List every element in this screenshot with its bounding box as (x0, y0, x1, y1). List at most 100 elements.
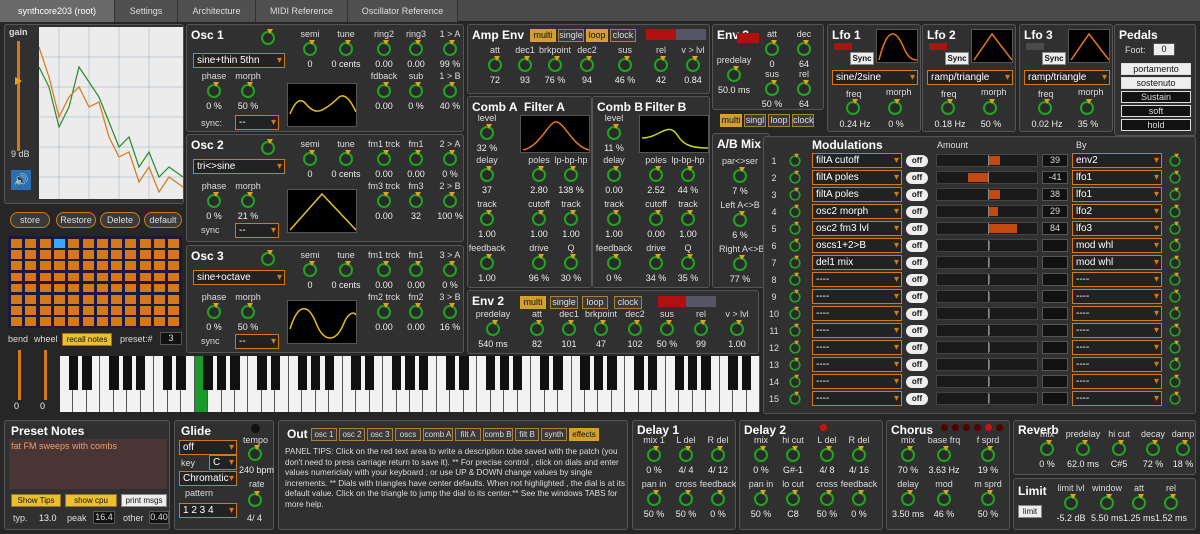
delay2-k5-knob[interactable] (786, 490, 800, 506)
osc1-r2-5-knob[interactable] (443, 82, 457, 98)
mod-amount-value[interactable]: 29 (1042, 205, 1068, 218)
mod-row-source-knob[interactable] (1169, 187, 1181, 201)
black-key[interactable] (122, 356, 133, 390)
mod-amount-value[interactable] (1042, 290, 1068, 303)
limit-button[interactable]: limit (1018, 505, 1042, 518)
env2-mode-clock[interactable]: clock (614, 296, 642, 309)
mod-off-button[interactable]: off (906, 308, 928, 320)
osc2-r2-5-knob[interactable] (443, 192, 457, 208)
preset-cell[interactable] (111, 272, 123, 282)
mod-amount-bar[interactable] (936, 358, 1038, 371)
glide-mode-dropdown[interactable]: off (179, 440, 237, 455)
preset-cell[interactable] (53, 272, 65, 282)
mod-row-source-knob[interactable] (1169, 204, 1181, 218)
black-key[interactable] (539, 356, 550, 390)
restore-button[interactable]: Restore (56, 212, 96, 228)
preset-cell[interactable] (25, 317, 37, 326)
mod-amount-value[interactable] (1042, 392, 1068, 405)
env2-mode-loop[interactable]: loop (582, 296, 608, 309)
osc3-r2-3-knob[interactable] (377, 303, 391, 319)
tab-oscillator-reference[interactable]: Oscillator Reference (348, 0, 458, 22)
delay2-k4-knob[interactable] (754, 490, 768, 506)
mod-off-button[interactable]: off (906, 325, 928, 337)
preset-cell[interactable] (39, 317, 51, 326)
mod-off-button[interactable]: off (906, 291, 928, 303)
piano-keyboard[interactable] (60, 356, 760, 412)
filter-b-k2-knob[interactable] (649, 210, 663, 226)
env2-k3-knob[interactable] (594, 320, 608, 336)
lfo1-wave-dropdown[interactable]: sine/2sine (832, 70, 918, 85)
preset-cell[interactable] (154, 272, 165, 282)
preset-cell[interactable] (25, 306, 37, 315)
comb-a-k2-knob[interactable] (480, 210, 494, 226)
comb-b-k1-knob[interactable] (607, 166, 621, 182)
mod-amount-value[interactable]: -41 (1042, 171, 1068, 184)
mod-row-source-knob[interactable] (1169, 391, 1181, 405)
mod-off-button[interactable]: off (906, 155, 928, 167)
rate-knob[interactable] (248, 491, 262, 507)
filter-b-k5-knob[interactable] (681, 254, 695, 270)
store-button[interactable]: store (10, 212, 50, 228)
preset-cell[interactable] (154, 239, 165, 248)
filter-a-k3-knob[interactable] (564, 210, 578, 226)
out-tab-osc-2[interactable]: osc 2 (339, 428, 365, 441)
lfo3-wave-dropdown[interactable]: ramp/triangle (1024, 70, 1110, 85)
preset-cell[interactable] (68, 306, 80, 315)
out-tab-filt-B[interactable]: filt B (515, 428, 539, 441)
osc1-r2-0-knob[interactable] (207, 82, 221, 98)
preset-cell[interactable] (168, 317, 180, 326)
preset-cell[interactable] (25, 283, 37, 293)
preset-cell[interactable] (125, 239, 137, 248)
mod-off-button[interactable]: off (906, 223, 928, 235)
foot-value[interactable]: 0 (1153, 43, 1175, 56)
comb-b-k3-knob[interactable] (607, 254, 621, 270)
preset-cell[interactable] (11, 295, 22, 304)
preset-cell[interactable] (53, 295, 65, 304)
preset-cell[interactable] (96, 283, 108, 293)
mod-amount-bar[interactable] (936, 290, 1038, 303)
limit-k2-knob[interactable] (1132, 494, 1146, 510)
preset-cell[interactable] (96, 250, 108, 259)
delay1-k3-knob[interactable] (647, 490, 661, 506)
ab-mix-k0-knob[interactable] (733, 167, 747, 183)
preset-cell[interactable] (111, 250, 123, 259)
preset-cell[interactable] (139, 261, 151, 270)
preset-cell[interactable] (96, 272, 108, 282)
preset-cell[interactable] (154, 295, 165, 304)
env3-mode-btn-2[interactable]: loop (768, 114, 790, 127)
env2-k6-knob[interactable] (694, 320, 708, 336)
preset-cell[interactable] (111, 239, 123, 248)
preset-cell[interactable] (168, 239, 180, 248)
mod-dest-dropdown[interactable]: ---- (812, 272, 902, 287)
black-key[interactable] (580, 356, 590, 390)
preset-cell[interactable] (53, 239, 65, 248)
reverb-k3-knob[interactable] (1146, 440, 1160, 456)
out-tab-synth[interactable]: synth (541, 428, 567, 441)
preset-cell[interactable] (11, 261, 22, 270)
preset-cell[interactable] (82, 283, 94, 293)
osc2-fm1-knob[interactable] (409, 150, 423, 166)
amp-env-mode-single[interactable]: single (558, 29, 584, 42)
delay2-k1-knob[interactable] (786, 446, 800, 462)
preset-cell[interactable] (82, 306, 94, 315)
osc3-r2-5-knob[interactable] (443, 303, 457, 319)
osc2-tune-knob[interactable] (339, 150, 353, 166)
mod-amount-value[interactable]: 39 (1042, 154, 1068, 167)
mod-dest-dropdown[interactable]: ---- (812, 374, 902, 389)
mod-source-dropdown[interactable]: ---- (1072, 323, 1162, 338)
show-tips-button[interactable]: Show Tips (11, 494, 61, 507)
preset-cell[interactable] (68, 250, 80, 259)
filter-a-k5-knob[interactable] (564, 254, 578, 270)
lfo2-sync-button[interactable]: Sync (945, 52, 969, 65)
chorus-k4-knob[interactable] (937, 490, 951, 506)
delay2-k0-knob[interactable] (754, 446, 768, 462)
mod-dest-dropdown[interactable]: ---- (812, 323, 902, 338)
preset-number[interactable]: 3 (160, 332, 182, 345)
default-button[interactable]: default (144, 212, 182, 228)
mod-off-button[interactable]: off (906, 393, 928, 405)
amp-env-k5-knob[interactable] (654, 56, 668, 72)
out-tab-filt-A[interactable]: filt A (455, 428, 481, 441)
mod-amount-value[interactable]: 38 (1042, 188, 1068, 201)
osc1-sync-dropdown[interactable]: -- (235, 115, 279, 130)
mod-amount-bar[interactable] (936, 256, 1038, 269)
